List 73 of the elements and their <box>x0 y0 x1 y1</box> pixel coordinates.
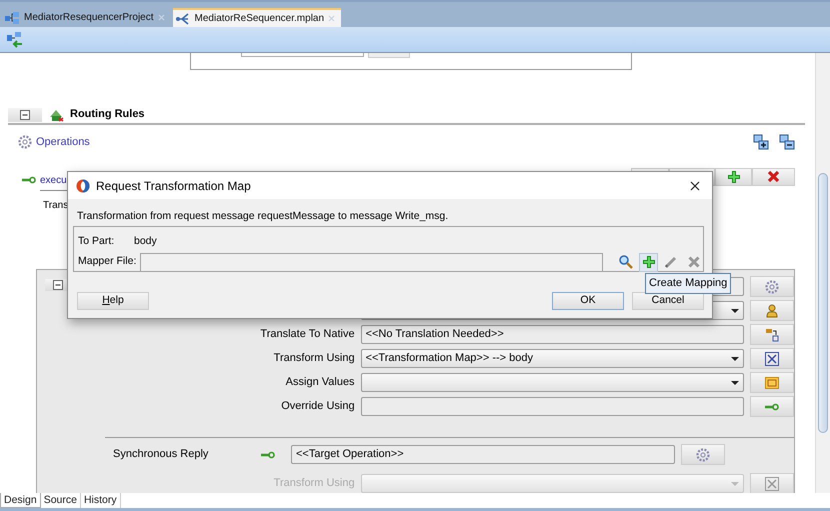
create-mapping-button[interactable] <box>639 252 658 272</box>
search-button[interactable] <box>616 252 636 272</box>
transform-icon <box>765 476 780 490</box>
section-label: Synchronous Reply <box>112 447 210 462</box>
icon-button[interactable] <box>750 300 794 321</box>
icon-button[interactable] <box>750 276 794 297</box>
scrollbar-thumb[interactable] <box>818 173 828 433</box>
dialog-button[interactable]: OK <box>552 292 624 310</box>
delete-icon <box>688 256 700 268</box>
dialog-button[interactable]: Help <box>77 292 149 310</box>
expand-all-icon[interactable] <box>753 134 769 150</box>
pencil-icon <box>664 255 678 269</box>
collapse-all-icon[interactable] <box>779 134 795 150</box>
dialog-message: Transformation from request message requestMessage to message Write_msg. <box>77 209 450 224</box>
collapse-button[interactable] <box>8 108 42 122</box>
field-value: body <box>134 234 157 249</box>
dialog-title: Request Transformation Map <box>96 178 251 194</box>
search-icon <box>619 255 634 269</box>
gear-icon <box>765 280 780 294</box>
app-logo-icon <box>76 178 90 192</box>
close-icon <box>690 180 700 190</box>
gear-icon <box>696 448 710 462</box>
dropdown[interactable]: <<Transformation Map>> --> body <box>360 349 744 368</box>
text-field[interactable]: <<Target Operation>> <box>291 445 675 464</box>
field-label: Override Using <box>280 399 355 414</box>
caret-icon <box>731 356 740 360</box>
operations-link[interactable]: Operations <box>36 134 90 150</box>
delete-button[interactable] <box>752 168 795 186</box>
icon-button[interactable] <box>750 324 794 345</box>
scrollbar[interactable] <box>815 53 830 493</box>
icon-button[interactable] <box>750 372 794 393</box>
tooltip: Create Mapping <box>645 273 732 294</box>
caret-icon <box>731 380 740 384</box>
icon-button[interactable] <box>681 444 725 465</box>
caret-icon <box>731 308 740 312</box>
field-label: To Part: <box>78 234 116 249</box>
text-field[interactable] <box>360 397 744 416</box>
editor-tab[interactable]: MediatorReSequencer.mplan <box>172 8 342 27</box>
view-tab[interactable]: Design <box>0 493 41 508</box>
flow-icon <box>174 12 191 26</box>
editor-tab[interactable]: MediatorResequencerProject <box>2 8 171 27</box>
input-field[interactable] <box>140 252 603 272</box>
icon-button[interactable] <box>750 396 794 417</box>
arrow-icon <box>261 450 275 458</box>
view-tab[interactable]: History <box>80 493 121 508</box>
field-label: Assign Values <box>284 375 355 390</box>
add-button[interactable] <box>715 168 752 186</box>
icon-button[interactable] <box>750 348 794 369</box>
plus-icon <box>726 170 740 184</box>
field-label: Transform Using <box>272 351 355 366</box>
assign-icon <box>765 376 780 388</box>
collapse-icon <box>53 280 63 290</box>
field-label: Mapper File: <box>78 254 136 270</box>
arrow-icon <box>765 402 780 410</box>
caret-icon <box>731 482 740 486</box>
gear-icon <box>18 135 32 150</box>
collapse-icon <box>20 110 30 120</box>
transform-icon <box>765 352 780 366</box>
plus-icon <box>642 255 656 269</box>
section-title: Routing Rules <box>70 107 145 122</box>
field-label: Trans <box>43 198 68 212</box>
view-tab[interactable]: Source <box>40 493 81 508</box>
arrow-icon <box>22 176 36 184</box>
field-label: Transform Using <box>272 476 355 492</box>
dropdown[interactable] <box>360 373 744 392</box>
delete-icon <box>767 170 780 183</box>
routing-icon <box>48 108 64 122</box>
text-field[interactable]: <<No Translation Needed>> <box>360 325 744 344</box>
project-icon <box>4 10 20 24</box>
person-icon <box>766 304 778 318</box>
translate-icon <box>765 328 780 342</box>
diagram-icon[interactable] <box>6 30 24 48</box>
field-label: Translate To Native <box>259 327 355 342</box>
